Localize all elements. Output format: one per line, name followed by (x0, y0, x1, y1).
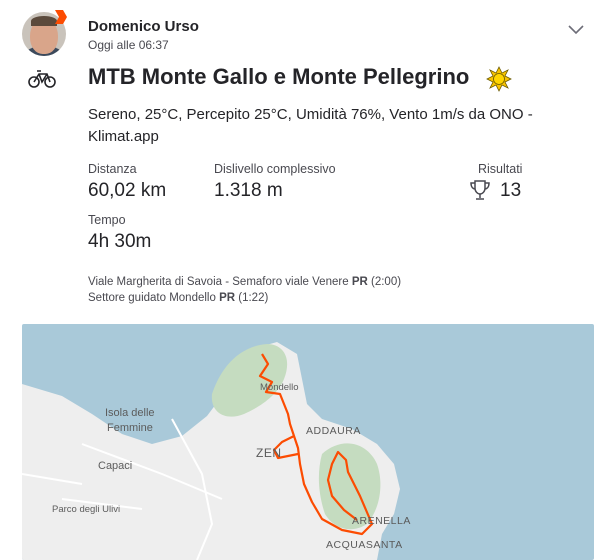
map-label-zen: ZEN (256, 446, 282, 460)
distance-value: 60,02 km (88, 180, 167, 201)
map-label-mondello: Mondello (260, 382, 299, 393)
activity-timestamp: Oggi alle 06:37 (88, 38, 169, 52)
route-map[interactable]: Isola delle Femmine Capaci Parco degli U… (22, 324, 594, 560)
map-label-isola: Isola delle (105, 407, 155, 419)
activity-description: Sereno, 25°C, Percepito 25°C, Umidità 76… (88, 106, 533, 145)
results-label: Risultati (478, 162, 523, 176)
sun-icon (486, 66, 512, 92)
map-label-acquasanta: ACQUASANTA (326, 539, 403, 551)
elevation-value: 1.318 m (214, 180, 283, 201)
pr-badge: PR (351, 276, 368, 288)
bike-icon (28, 70, 56, 88)
distance-label: Distanza (88, 162, 137, 176)
trophy-icon (470, 180, 490, 200)
chevron-down-icon[interactable] (566, 22, 586, 36)
results-value[interactable]: 13 (500, 180, 521, 202)
segment-achievement[interactable]: Settore guidato Mondello PR (1:22) (88, 292, 268, 304)
time-label: Tempo (88, 213, 126, 227)
segment-time: (2:00) (371, 276, 402, 288)
elevation-label: Dislivello complessivo (214, 162, 336, 176)
map-canvas (22, 324, 594, 560)
pr-badge: PR (219, 292, 236, 304)
segment-achievement[interactable]: Viale Margherita di Savoia - Semaforo vi… (88, 276, 401, 288)
map-label-parco: Parco degli Ulivi (52, 504, 121, 515)
map-label-capaci: Capaci (98, 460, 133, 472)
subscriber-badge-icon (55, 10, 67, 24)
segment-name: Settore guidato Mondello (88, 292, 216, 304)
time-value: 4h 30m (88, 231, 152, 252)
map-label-addaura: ADDAURA (306, 425, 361, 437)
map-label-femmine: Femmine (107, 422, 153, 434)
segment-time: (1:22) (238, 292, 269, 304)
map-label-arenella: ARENELLA (352, 515, 411, 527)
athlete-name[interactable]: Domenico Urso (88, 18, 199, 35)
activity-title[interactable]: MTB Monte Gallo e Monte Pellegrino (88, 64, 469, 90)
segment-name: Viale Margherita di Savoia - Semaforo vi… (88, 276, 349, 288)
